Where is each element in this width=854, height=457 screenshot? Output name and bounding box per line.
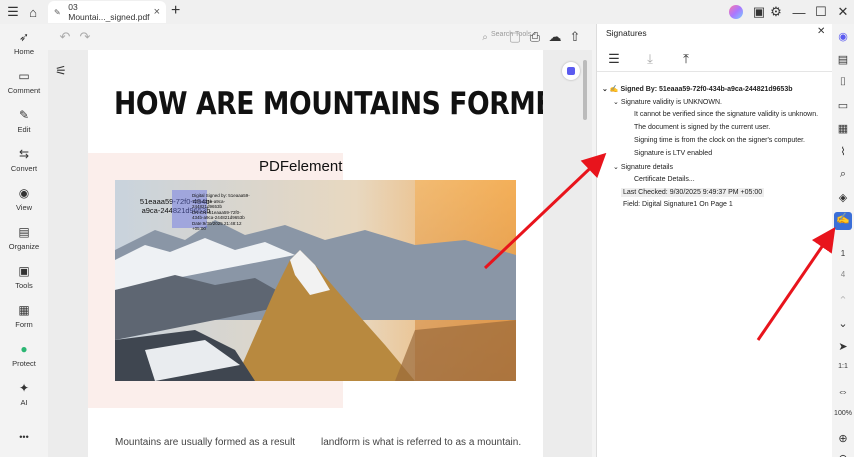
annotation-arrows <box>483 152 836 341</box>
arrow-to-signature-icon <box>756 227 836 341</box>
arrow-to-signed-by <box>483 152 607 270</box>
